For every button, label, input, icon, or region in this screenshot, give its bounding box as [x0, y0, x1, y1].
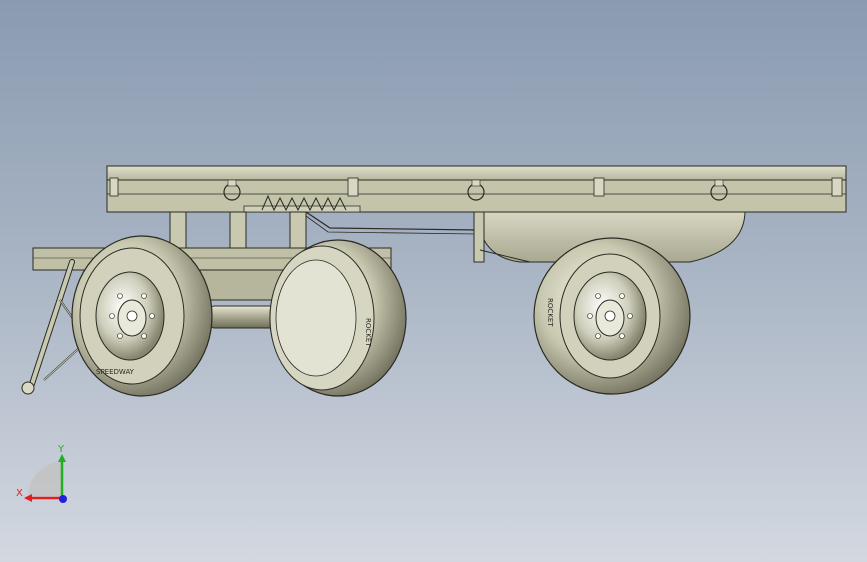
y-axis-label: Y — [57, 444, 65, 455]
triad-plane-icon — [28, 462, 62, 496]
trailer-model[interactable]: ROCKET SPEEDWAY ROCKET — [0, 0, 867, 562]
flatbed-deck[interactable] — [106, 165, 847, 213]
rear-wheel[interactable]: ROCKET — [533, 237, 691, 395]
z-axis-icon — [59, 495, 67, 503]
tire-sidewall-text: SPEEDWAY — [96, 368, 135, 376]
x-axis-label: X — [16, 488, 23, 499]
tire-sidewall-text: ROCKET — [364, 318, 372, 347]
front-bogie-rear-wheel[interactable]: ROCKET — [269, 239, 407, 397]
graphics-viewport[interactable]: ROCKET SPEEDWAY ROCKET X Y — [0, 0, 867, 562]
front-bogie-front-wheel[interactable]: SPEEDWAY — [71, 235, 213, 397]
tire-sidewall-text: ROCKET — [546, 298, 554, 327]
reference-triad: X Y — [16, 444, 67, 503]
